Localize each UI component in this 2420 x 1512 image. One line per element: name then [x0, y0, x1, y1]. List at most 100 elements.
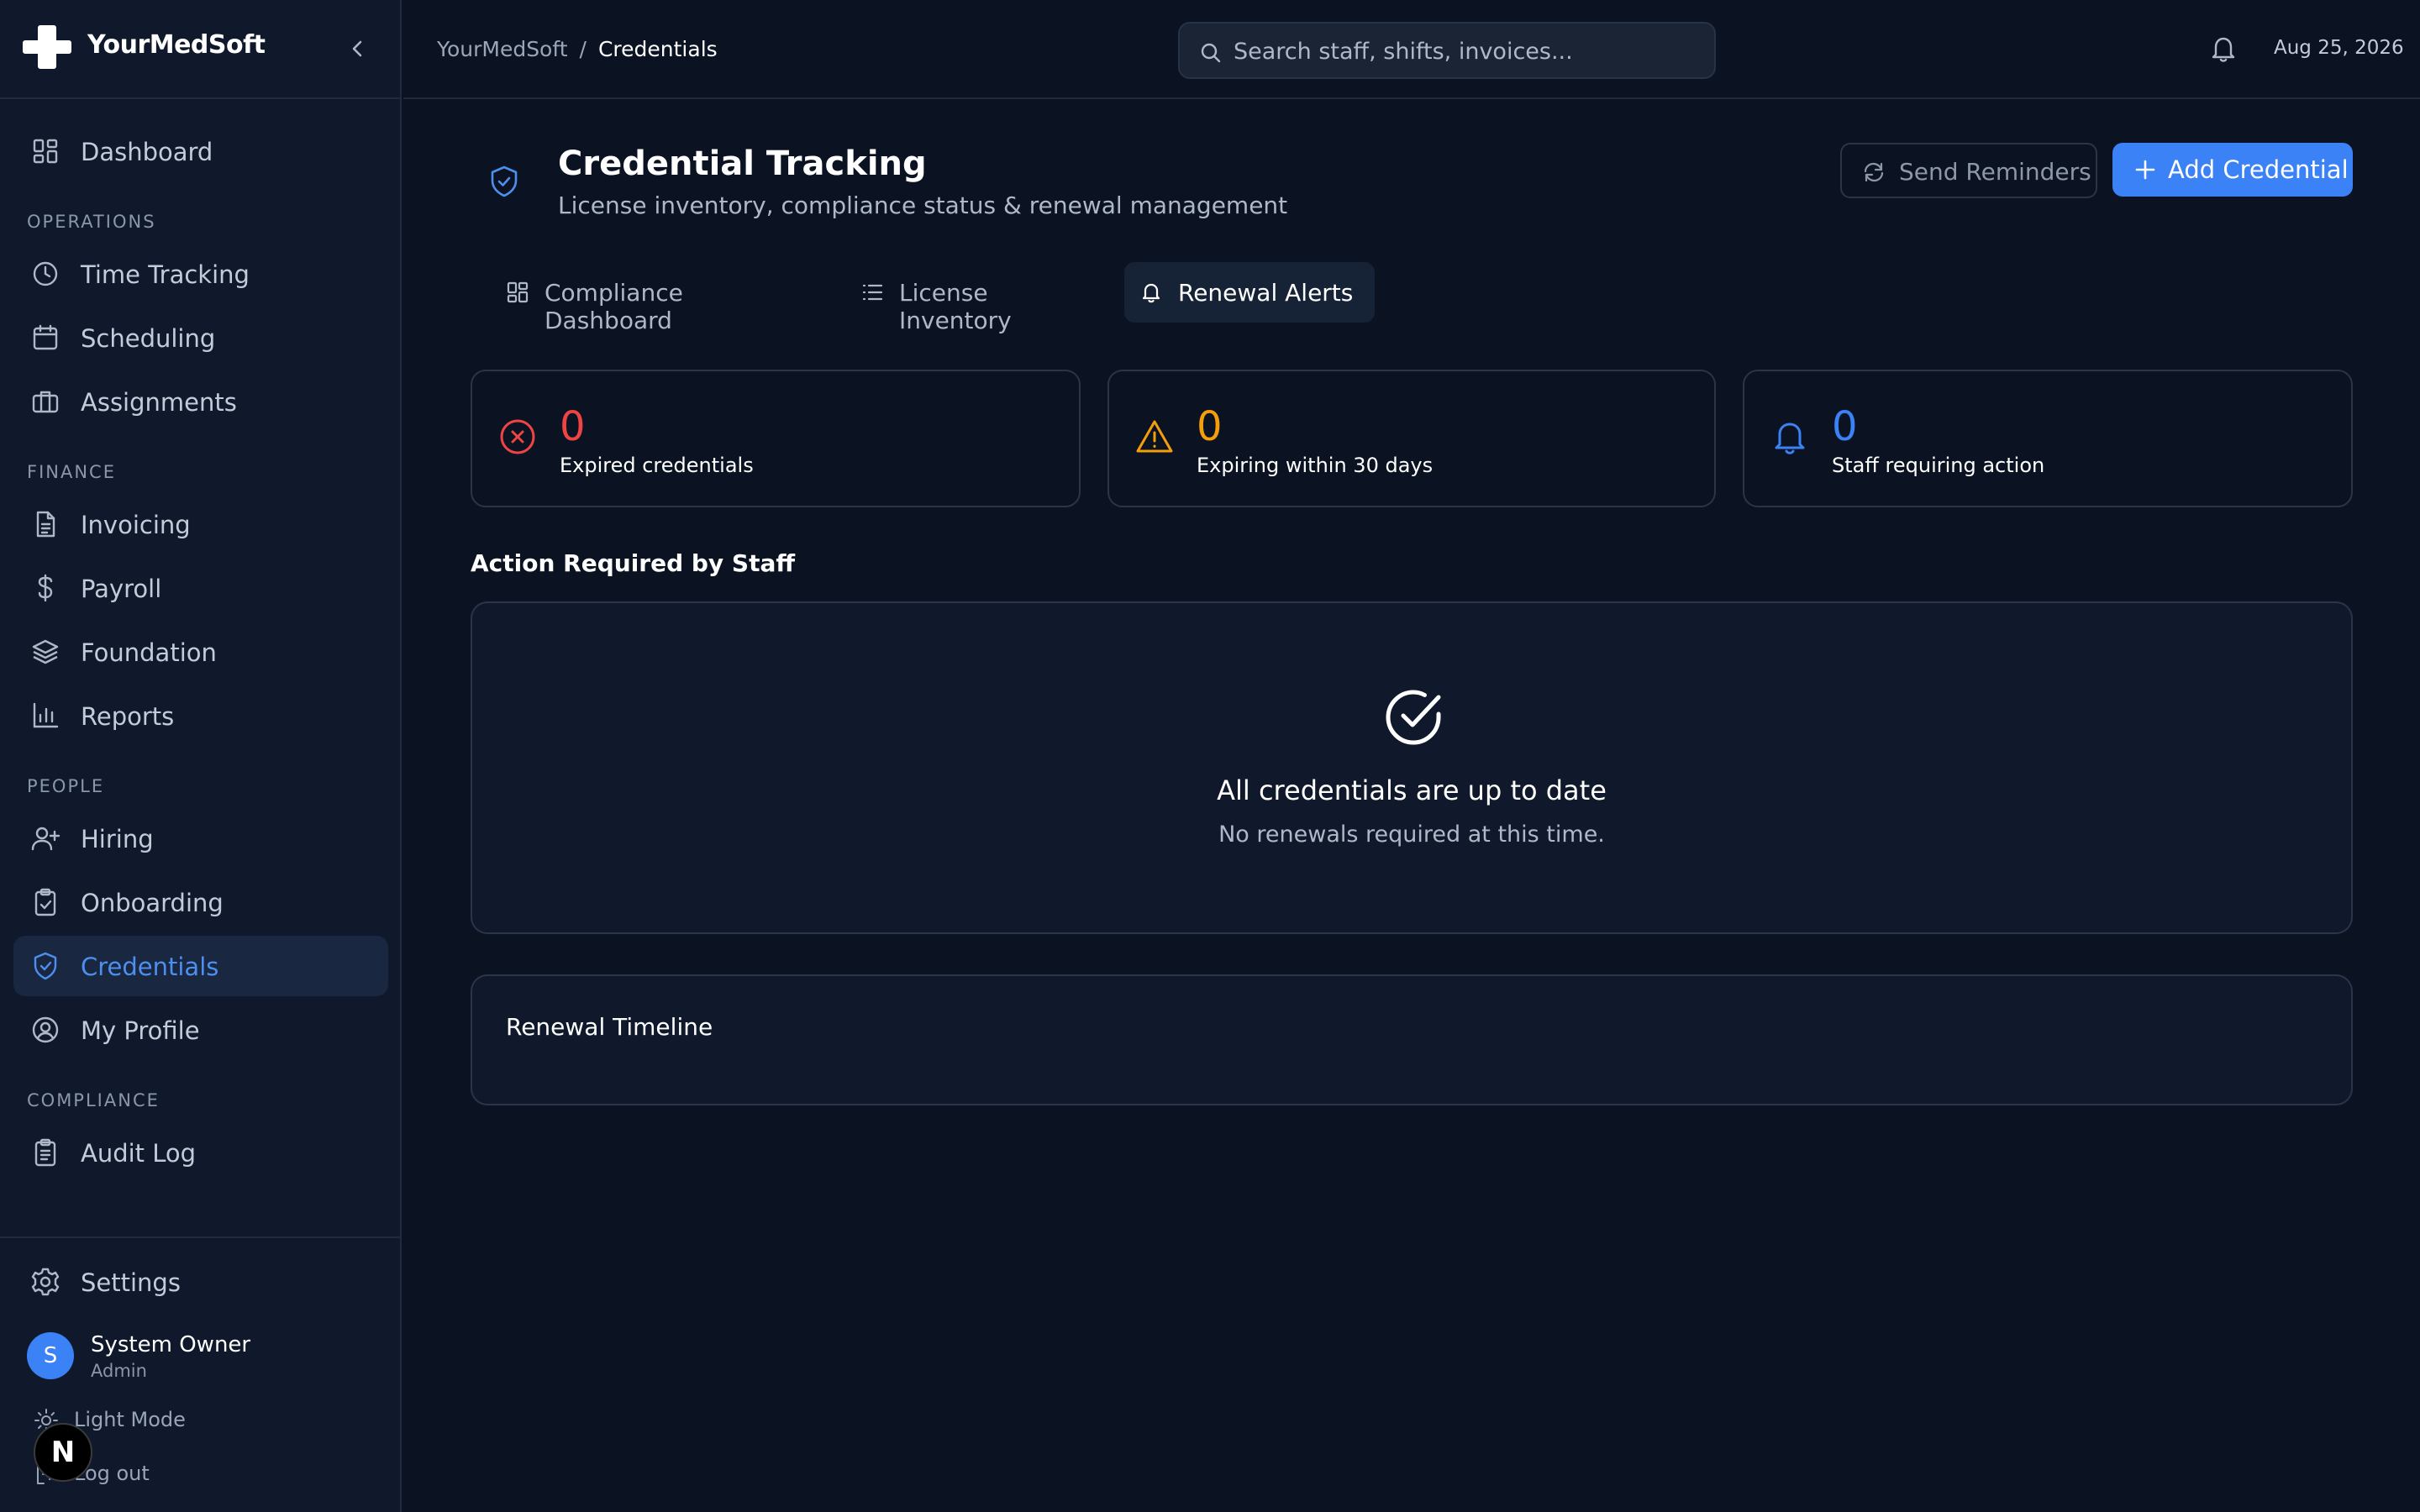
stat-card-expiring: 0 Expiring within 30 days: [1107, 370, 1716, 507]
bar-chart-icon: [33, 702, 59, 728]
sidebar-item-label: Scheduling: [81, 324, 216, 353]
sidebar-item-label: Credentials: [81, 953, 219, 981]
bell-icon: [1775, 423, 1805, 454]
medical-cross-logo-icon: [23, 25, 71, 69]
sidebar-item-settings[interactable]: Settings: [13, 1252, 388, 1312]
sidebar-item-audit-log[interactable]: Audit Log: [13, 1122, 388, 1183]
bell-icon: [1142, 283, 1160, 303]
x-circle-icon: [500, 419, 535, 454]
sidebar-item-label: Settings: [81, 1268, 181, 1297]
tab-label: Compliance Dashboard: [544, 279, 683, 334]
stat-value: 0: [1197, 403, 1223, 450]
renewal-timeline-panel: Renewal Timeline: [471, 974, 2353, 1105]
sidebar: YourMedSoft Dashboard OPERATIONS Time Tr…: [0, 0, 402, 1512]
stat-label: Expired credentials: [560, 454, 754, 477]
sidebar-item-scheduling[interactable]: Scheduling: [13, 307, 388, 368]
stat-card-staff-action: 0 Staff requiring action: [1743, 370, 2353, 507]
layers-icon: [32, 639, 59, 664]
clipboard-check-icon: [34, 888, 56, 916]
section-label-compliance: COMPLIANCE: [27, 1090, 160, 1110]
sidebar-item-time-tracking[interactable]: Time Tracking: [13, 244, 388, 304]
tab-label: License Inventory: [899, 279, 1012, 334]
breadcrumb-current: Credentials: [597, 37, 718, 61]
breadcrumb: YourMedSoft / Credentials: [437, 37, 718, 61]
sidebar-item-label: Hiring: [81, 825, 154, 853]
clipboard-list-icon: [34, 1138, 56, 1167]
dev-tools-badge[interactable]: N: [34, 1423, 92, 1482]
stat-value: 0: [1832, 403, 1858, 450]
sidebar-item-label: Dashboard: [81, 138, 213, 166]
sidebar-item-dashboard[interactable]: Dashboard: [13, 121, 388, 181]
brand-name: YourMedSoft: [87, 30, 266, 60]
stat-label: Staff requiring action: [1832, 454, 2045, 477]
user-profile[interactable]: S System Owner Admin: [27, 1332, 380, 1383]
page-title: Credential Tracking: [558, 144, 927, 183]
gear-icon: [31, 1268, 60, 1296]
page-subtitle: License inventory, compliance status & r…: [558, 192, 1288, 219]
sidebar-item-my-profile[interactable]: My Profile: [13, 1000, 388, 1060]
plus-icon: [2135, 160, 2155, 180]
section-label-finance: FINANCE: [27, 462, 116, 482]
sidebar-item-reports[interactable]: Reports: [13, 685, 388, 746]
breadcrumb-root[interactable]: YourMedSoft: [437, 37, 568, 61]
refresh-icon: [1864, 162, 1884, 182]
sidebar-item-label: Invoicing: [81, 511, 191, 539]
renewal-timeline-title: Renewal Timeline: [506, 1013, 713, 1041]
send-reminders-button[interactable]: Send Reminders: [1840, 143, 2097, 198]
breadcrumb-separator: /: [579, 37, 587, 61]
tab-compliance-dashboard[interactable]: Compliance Dashboard: [491, 262, 807, 334]
section-label-people: PEOPLE: [27, 776, 105, 796]
avatar: S: [27, 1332, 74, 1379]
sidebar-item-label: Reports: [81, 702, 175, 731]
shield-check-icon: [491, 165, 518, 197]
current-date: Aug 25, 2026: [2274, 37, 2404, 59]
sidebar-item-assignments[interactable]: Assignments: [13, 371, 388, 432]
list-icon: [862, 284, 883, 301]
check-circle-icon: [1386, 690, 1441, 745]
action-required-heading: Action Required by Staff: [471, 549, 796, 577]
warning-triangle-icon: [1136, 420, 1173, 453]
add-credential-label: Add Credential: [2168, 155, 2349, 184]
notification-bell-icon[interactable]: [2208, 34, 2238, 64]
sidebar-item-label: Assignments: [81, 388, 237, 417]
action-required-panel: All credentials are up to date No renewa…: [471, 601, 2353, 934]
top-bar: YourMedSoft / Credentials Aug 25, 2026: [403, 0, 2420, 99]
clock-icon: [33, 261, 58, 286]
sidebar-item-invoicing[interactable]: Invoicing: [13, 494, 388, 554]
sidebar-divider: [0, 1236, 402, 1238]
sidebar-item-label: Payroll: [81, 575, 162, 603]
dollar-icon: [38, 574, 53, 602]
dashboard-icon: [33, 139, 58, 164]
document-icon: [36, 511, 55, 538]
user-name: System Owner: [91, 1332, 251, 1357]
empty-state-subtitle: No renewals required at this time.: [1218, 822, 1605, 848]
light-mode-label: Light Mode: [74, 1408, 186, 1431]
empty-state-title: All credentials are up to date: [1217, 774, 1607, 806]
search-input[interactable]: [1234, 35, 1704, 67]
search-icon: [1201, 43, 1221, 63]
add-credential-button[interactable]: Add Credential: [2112, 143, 2353, 197]
send-reminders-label: Send Reminders: [1899, 158, 2091, 186]
sidebar-item-label: Audit Log: [81, 1139, 197, 1168]
user-plus-icon: [31, 827, 60, 851]
tab-license-inventory[interactable]: License Inventory: [845, 262, 1102, 334]
sidebar-item-label: My Profile: [81, 1016, 200, 1045]
stat-label: Expiring within 30 days: [1197, 454, 1434, 477]
sidebar-item-label: Foundation: [81, 638, 217, 667]
tab-renewal-alerts[interactable]: Renewal Alerts: [1124, 262, 1375, 323]
shield-check-icon: [34, 952, 57, 980]
tab-label: Renewal Alerts: [1178, 279, 1354, 307]
stat-value: 0: [560, 403, 586, 450]
sidebar-item-payroll[interactable]: Payroll: [13, 558, 388, 618]
search-bar[interactable]: [1178, 22, 1716, 79]
sidebar-item-foundation[interactable]: Foundation: [13, 622, 388, 682]
sidebar-item-label: Onboarding: [81, 889, 224, 917]
user-role: Admin: [91, 1361, 147, 1381]
briefcase-icon: [32, 391, 59, 413]
sidebar-item-credentials[interactable]: Credentials: [13, 936, 388, 996]
sidebar-item-hiring[interactable]: Hiring: [13, 808, 388, 869]
chevron-left-icon[interactable]: [346, 37, 370, 60]
sidebar-item-onboarding[interactable]: Onboarding: [13, 872, 388, 932]
sidebar-item-label: Time Tracking: [81, 260, 250, 289]
user-circle-icon: [32, 1016, 59, 1043]
